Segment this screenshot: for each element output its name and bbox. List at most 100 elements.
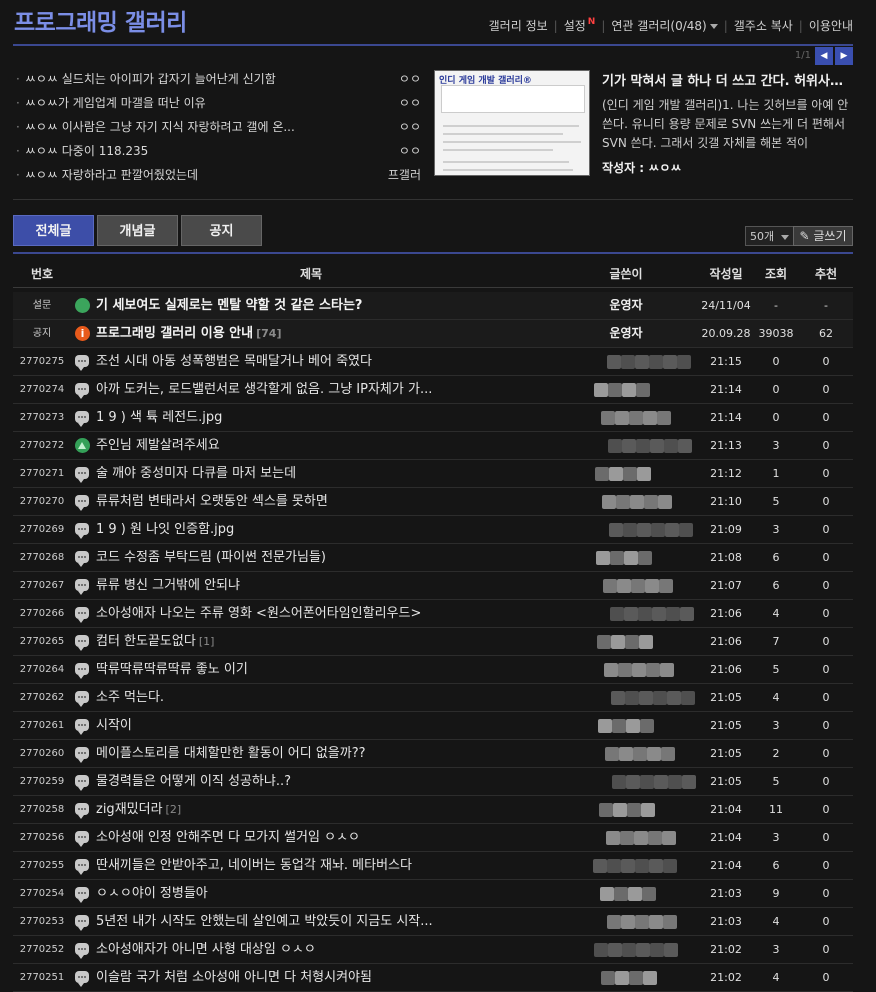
blurred-writer [593, 859, 607, 873]
hot-post-item[interactable]: · ㅆㅇㅆ 자랑하라고 판깔어줬었는데 프갤러 [16, 165, 421, 189]
comment-count[interactable]: [2] [166, 803, 182, 816]
hot-post-item[interactable]: · ㅆㅇㅆ 다중이 118.235 ㅇㅇ [16, 141, 421, 165]
table-row[interactable]: 2770262 소주 먹는다. 21:05 4 0 [13, 684, 853, 712]
thumbnail-box [441, 85, 585, 113]
blurred-writer [677, 355, 691, 369]
comment-count[interactable]: [74] [256, 327, 281, 340]
post-title[interactable]: 1 9 ) 원 나잇 인증함.jpg [96, 516, 486, 543]
post-title[interactable]: zig재밌더라 [2] [96, 796, 486, 823]
post-recommend: 0 [822, 943, 830, 956]
table-row[interactable]: 2770251 이슬람 국가 처럼 소아성애 아니면 다 처형시켜야됨 21:02 4… [13, 964, 853, 992]
post-title[interactable]: 류류 병신 그거밖에 안되냐 [96, 572, 486, 599]
table-row[interactable]: 2770269 1 9 ) 원 나잇 인증함.jpg 21:09 3 0 [13, 516, 853, 544]
post-title[interactable]: 딴새끼들은 안받아주고, 네이버는 동업각 재놔. 메타버스다 [96, 852, 486, 879]
table-row[interactable]: 2770268 코드 수정좀 부탁드림 (파이썬 전문가님들) 21:08 6 0 [13, 544, 853, 572]
featured-title[interactable]: 기가 막혀서 글 하나 더 쓰고 간다. 허위사실... [602, 70, 853, 89]
table-row[interactable]: 2770253 5년전 내가 시작도 안했는데 살인예고 박았듯이 지금도 시작.… [13, 908, 853, 936]
table-row[interactable]: 2770265 컴터 한도끝도없다 [1] 21:06 7 0 [13, 628, 853, 656]
post-title[interactable]: 메이플스토리를 대체할만한 활동이 어디 없을까?? [96, 740, 486, 767]
post-number: 2770265 [19, 636, 65, 647]
table-row[interactable]: 2770255 딴새끼들은 안받아주고, 네이버는 동업각 재놔. 메타버스다 21… [13, 852, 853, 880]
blurred-writer [652, 607, 666, 621]
tab-all-posts[interactable]: 전체글 [13, 215, 94, 246]
nav-guide[interactable]: 이용안내 [809, 19, 853, 33]
table-row[interactable]: 2770261 시작이 21:05 3 0 [13, 712, 853, 740]
post-title[interactable]: 술 깨야 중성미자 다큐를 마저 보는데 [96, 460, 486, 487]
hot-post-title[interactable]: ㅆㅇㅆ가 게임업계 마갤을 떠난 이유 [25, 93, 206, 113]
nav-gallery-info[interactable]: 갤러리 정보 [489, 19, 548, 33]
post-recommend: 0 [822, 383, 830, 396]
table-row[interactable]: 2770256 소아성애 인정 안해주면 다 모가지 썰거임 ㅇㅅㅇ 21:04 3 0 [13, 824, 853, 852]
post-title[interactable]: 딱류딱류딱류딱류 좋노 이기 [96, 656, 486, 683]
table-row[interactable]: 2770267 류류 병신 그거밖에 안되냐 21:07 6 0 [13, 572, 853, 600]
post-title[interactable]: 프로그래밍 갤러리 이용 안내 [74] [96, 320, 486, 347]
post-writer[interactable]: 운영자 [573, 320, 679, 347]
hot-post-title[interactable]: ㅆㅇㅆ 자랑하라고 판깔어줬었는데 [25, 165, 198, 185]
blurred-writer [601, 971, 615, 985]
table-row[interactable]: 2770259 물경력들은 어떻게 이직 성공하냐..? 21:05 5 0 [13, 768, 853, 796]
blurred-writer [608, 439, 622, 453]
post-title[interactable]: 소아성애자 나오는 주류 영화 <원스어폰어타임인할리우드> [96, 600, 486, 627]
write-button[interactable]: ✎ 글쓰기 [793, 226, 853, 246]
table-row[interactable]: 2770271 술 깨야 중성미자 다큐를 마저 보는데 21:12 1 0 [13, 460, 853, 488]
chevron-left-icon[interactable]: ◀ [815, 47, 833, 65]
table-row[interactable]: 2770260 메이플스토리를 대체할만한 활동이 어디 없을까?? 21:05 2 0 [13, 740, 853, 768]
post-title[interactable]: 소아성애 인정 안해주면 다 모가지 썰거임 ㅇㅅㅇ [96, 824, 486, 851]
post-number: 2770256 [19, 832, 65, 843]
blurred-writer [644, 495, 658, 509]
post-title[interactable]: 5년전 내가 시작도 안했는데 살인예고 박았듯이 지금도 시작... [96, 908, 486, 935]
post-title[interactable]: 소아성애자가 아니면 사형 대상임 ㅇㅅㅇ [96, 936, 486, 963]
comment-count[interactable]: [1] [199, 635, 215, 648]
hot-post-title[interactable]: ㅆㅇㅆ 실드치는 아이피가 갑자기 늘어난게 신기함 [25, 69, 276, 89]
gallery-title[interactable]: 프로그래밍 갤러리 [14, 3, 187, 37]
featured-thumbnail[interactable]: 인디 게임 개발 갤러리® [434, 70, 590, 176]
blurred-writer [605, 747, 619, 761]
post-title[interactable]: 주인님 제발살려주세요 [96, 432, 486, 459]
hot-post-item[interactable]: · ㅆㅇㅆ가 게임업계 마갤을 떠난 이유 ㅇㅇ [16, 93, 421, 117]
table-row[interactable]: 2770273 1 9 ) 색 튝 레전드.jpg 21:14 0 0 [13, 404, 853, 432]
post-title[interactable]: 물경력들은 어떻게 이직 성공하냐..? [96, 768, 486, 795]
post-icon [75, 886, 90, 903]
post-title[interactable]: 코드 수정좀 부탁드림 (파이썬 전문가님들) [96, 544, 486, 571]
post-views: 2 [772, 747, 780, 760]
table-row[interactable]: 2770270 류류처럼 변태라서 오랫동안 섹스를 못하면 21:10 5 0 [13, 488, 853, 516]
hot-post-item[interactable]: · ㅆㅇㅆ 이사람은 그냥 자기 지식 자랑하려고 갤에 온... ㅇㅇ [16, 117, 421, 141]
table-row[interactable]: 2770274 아까 도커는, 로드밸런서로 생각할게 없음. 그냥 IP자체가 … [13, 376, 853, 404]
post-date: 21:14 [710, 411, 742, 424]
post-title[interactable]: ㅇㅅㅇ야이 정병들아 [96, 880, 486, 907]
post-title[interactable]: 1 9 ) 색 튝 레전드.jpg [96, 404, 486, 431]
table-row[interactable]: 2770272 주인님 제발살려주세요 21:13 3 0 [13, 432, 853, 460]
post-title[interactable]: 이슬람 국가 처럼 소아성애 아니면 다 처형시켜야됨 [96, 964, 486, 991]
table-row[interactable]: 설문 기 세보여도 실제로는 멘탈 약할 것 같은 스타는? 운영자 24/11/04… [13, 292, 853, 320]
hot-post-item[interactable]: · ㅆㅇㅆ 실드치는 아이피가 갑자기 늘어난게 신기함 ㅇㅇ [16, 69, 421, 93]
post-title[interactable]: 기 세보여도 실제로는 멘탈 약할 것 같은 스타는? [96, 292, 486, 319]
table-row[interactable]: 2770258 zig재밌더라 [2] 21:04 11 0 [13, 796, 853, 824]
tab-concept-posts[interactable]: 개념글 [97, 215, 178, 246]
nav-copy-address[interactable]: 갤주소 복사 [734, 19, 793, 33]
nav-settings[interactable]: 설정 N [564, 17, 596, 33]
post-icon [75, 410, 90, 427]
featured-post[interactable]: 기가 막혀서 글 하나 더 쓰고 간다. 허위사실... (인디 게임 개발 갤… [602, 70, 853, 176]
post-writer[interactable]: 운영자 [573, 292, 679, 319]
hot-post-title[interactable]: ㅆㅇㅆ 다중이 118.235 [25, 141, 149, 161]
post-title[interactable]: 시작이 [96, 712, 486, 739]
post-title[interactable]: 소주 먹는다. [96, 684, 486, 711]
post-date: 21:07 [710, 579, 742, 592]
nav-related-galleries[interactable]: 연관 갤러리(0/48) [611, 19, 718, 33]
table-row[interactable]: 2770275 조선 시대 아동 성폭행범은 목매달거나 베어 죽였다 21:15 0… [13, 348, 853, 376]
table-row[interactable]: 공지 i 프로그래밍 갤러리 이용 안내 [74] 운영자 20.09.28 39038 62 [13, 320, 853, 348]
post-title[interactable]: 조선 시대 아동 성폭행범은 목매달거나 베어 죽였다 [96, 348, 486, 375]
post-title[interactable]: 컴터 한도끝도없다 [1] [96, 628, 486, 655]
table-row[interactable]: 2770252 소아성애자가 아니면 사형 대상임 ㅇㅅㅇ 21:02 3 0 [13, 936, 853, 964]
table-row[interactable]: 2770266 소아성애자 나오는 주류 영화 <원스어폰어타임인할리우드> 21:… [13, 600, 853, 628]
chevron-right-icon[interactable]: ▶ [835, 47, 853, 65]
post-title[interactable]: 류류처럼 변태라서 오랫동안 섹스를 못하면 [96, 488, 486, 515]
gallery-top-nav: 갤러리 정보 | 설정 N | 연관 갤러리(0/48) | 갤주소 복사 | 이용안내 [488, 17, 853, 33]
post-title[interactable]: 아까 도커는, 로드밸런서로 생각할게 없음. 그냥 IP자체가 가... [96, 376, 486, 403]
page-size-select[interactable]: 50개 [745, 226, 795, 246]
hot-post-title[interactable]: ㅆㅇㅆ 이사람은 그냥 자기 지식 자랑하려고 갤에 온... [25, 117, 295, 137]
tab-notices[interactable]: 공지 [181, 215, 262, 246]
post-recommend: 0 [822, 495, 830, 508]
table-row[interactable]: 2770254 ㅇㅅㅇ야이 정병들아 21:03 9 0 [13, 880, 853, 908]
table-row[interactable]: 2770264 딱류딱류딱류딱류 좋노 이기 21:06 5 0 [13, 656, 853, 684]
